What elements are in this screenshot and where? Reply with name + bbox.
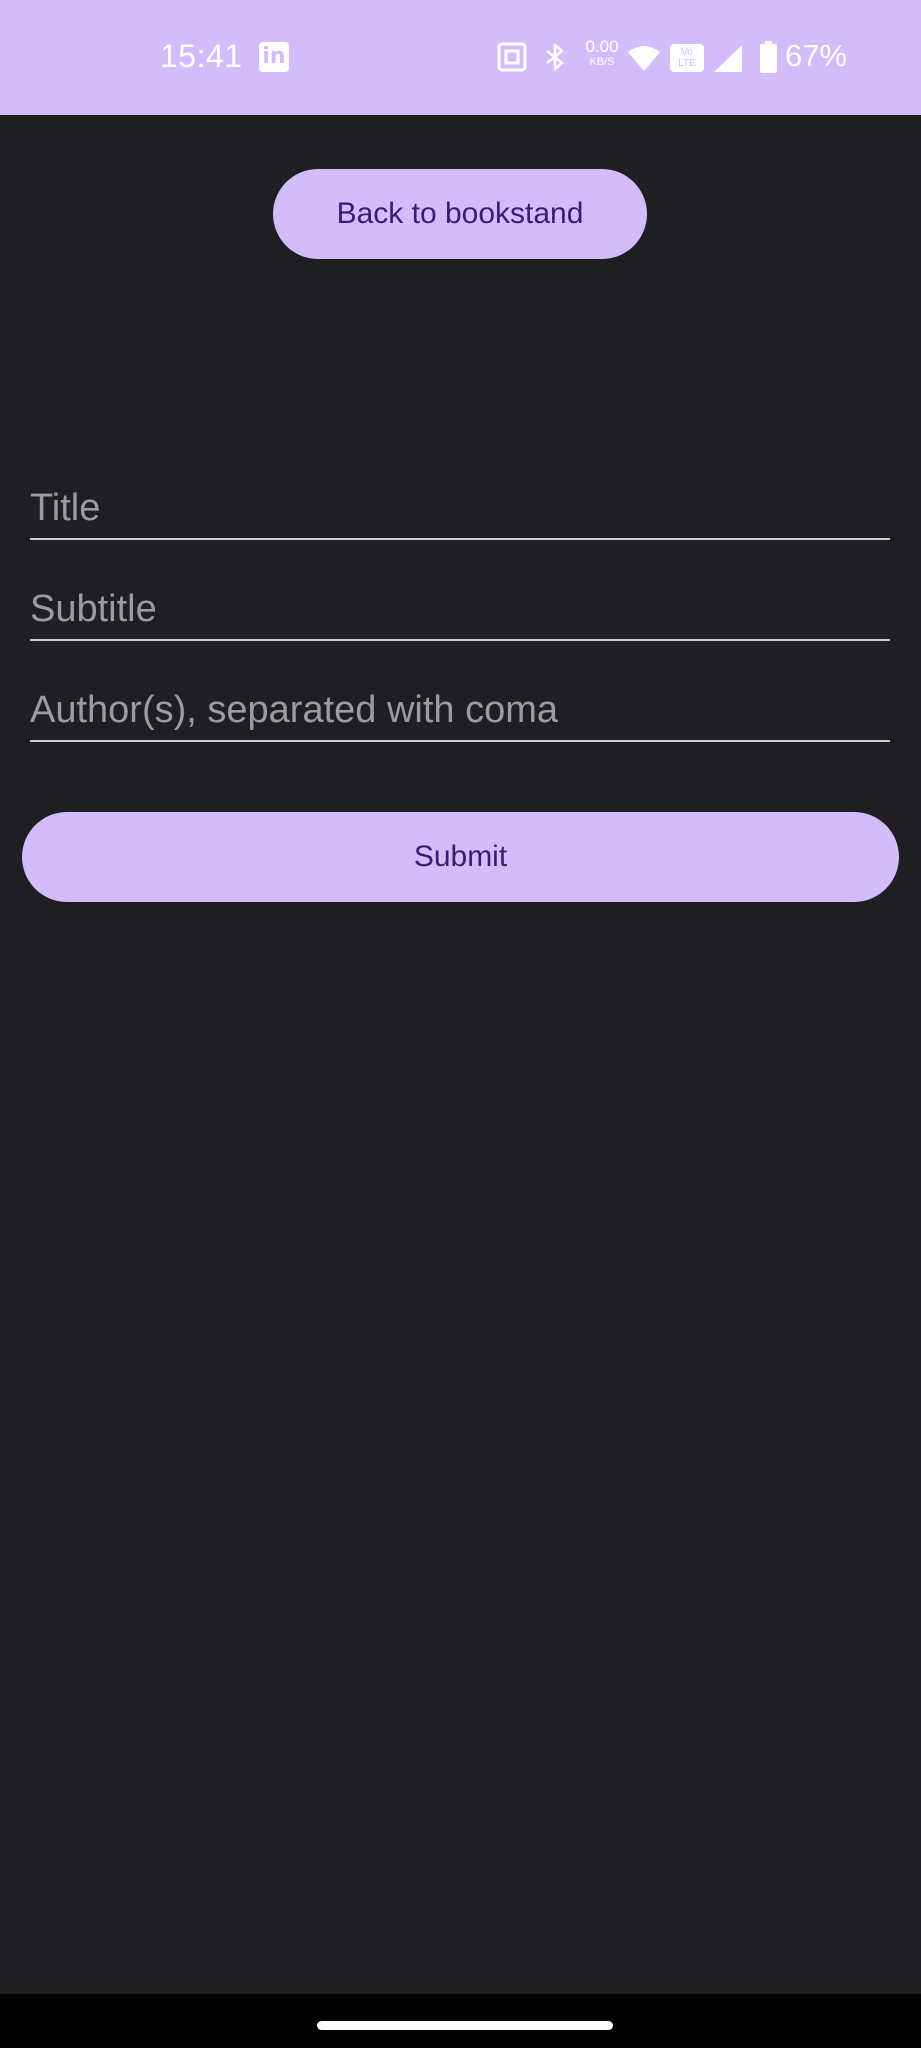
network-speed: 0.00 KB/S	[582, 37, 622, 69]
submit-button[interactable]: Submit	[22, 812, 899, 902]
volte-top-label: Vo	[681, 47, 693, 58]
battery-icon	[760, 41, 777, 78]
authors-field	[30, 672, 890, 742]
network-speed-unit: KB/S	[589, 56, 615, 68]
title-field	[30, 470, 890, 540]
wifi-icon	[627, 44, 661, 77]
home-indicator[interactable]	[317, 2021, 613, 2030]
network-speed-value: 0.00	[585, 37, 619, 56]
title-input[interactable]	[30, 487, 890, 530]
authors-input[interactable]	[30, 689, 890, 732]
battery-percentage: 67%	[785, 38, 848, 73]
status-bar: 15:41 in 0.00 KB/S Vo LTE 67%	[0, 0, 921, 115]
volte-icon: Vo LTE	[670, 44, 704, 72]
nfc-icon	[497, 42, 527, 77]
signal-icon	[713, 44, 743, 78]
volte-bottom-label: LTE	[678, 58, 696, 69]
subtitle-field	[30, 571, 890, 641]
linkedin-icon: in	[259, 42, 289, 72]
subtitle-input[interactable]	[30, 588, 890, 631]
bluetooth-icon	[543, 42, 567, 77]
back-to-bookstand-button[interactable]: Back to bookstand	[273, 169, 647, 259]
status-time: 15:41	[160, 38, 243, 74]
